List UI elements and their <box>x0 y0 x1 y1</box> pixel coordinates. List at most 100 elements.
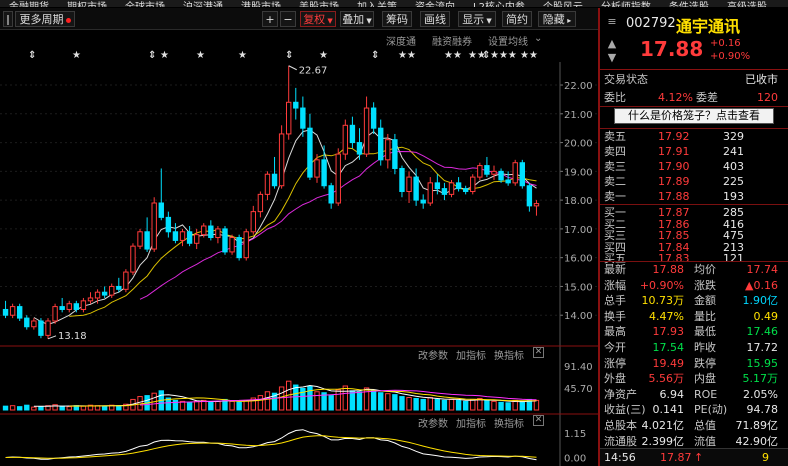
volume-jiazhibiao-link[interactable]: 加指标 <box>456 347 486 362</box>
candle[interactable] <box>406 171 412 203</box>
candle[interactable] <box>477 162 483 180</box>
candle[interactable] <box>250 205 256 235</box>
macd-jiazhibiao-link[interactable]: 加指标 <box>456 415 486 430</box>
display-button[interactable]: 显示 ▼ <box>458 11 496 27</box>
shendutong-link[interactable]: 深度通 <box>386 33 416 48</box>
top-menu-item[interactable]: 条件选股 <box>660 3 718 8</box>
candle[interactable] <box>498 168 504 183</box>
candle[interactable] <box>399 165 405 198</box>
event-marker-icon[interactable]: ⇕ <box>285 50 293 61</box>
candle[interactable] <box>193 228 200 250</box>
event-marker-icon[interactable]: ★ <box>238 50 247 61</box>
ma-settings-link[interactable]: 设置均线 <box>488 33 528 48</box>
top-menu-item[interactable]: 高级选股 <box>718 3 776 8</box>
candle[interactable] <box>392 133 398 175</box>
more-period-button[interactable]: 更多周期 <box>15 11 75 27</box>
candle[interactable] <box>470 174 476 195</box>
arrow-down-icon[interactable]: ▼ <box>606 52 618 64</box>
top-menu-item[interactable]: 美股市场 <box>290 3 348 8</box>
event-marker-icon[interactable]: ★★★ <box>490 50 517 61</box>
candle[interactable] <box>137 228 143 250</box>
candle[interactable] <box>80 297 87 313</box>
candle[interactable] <box>321 145 327 189</box>
toolbar-left-button[interactable]: ǀ <box>3 11 13 27</box>
order-book-row[interactable]: 卖一 17.88 193 <box>600 189 788 204</box>
zoom-in-button[interactable]: + <box>262 11 278 27</box>
candle[interactable] <box>307 113 313 180</box>
candle[interactable] <box>370 102 377 134</box>
draw-line-button[interactable]: 画线 <box>420 11 450 27</box>
candle[interactable] <box>462 185 469 195</box>
candle[interactable] <box>179 228 186 247</box>
candle[interactable] <box>519 159 525 189</box>
rongzi-link[interactable]: 融资融券 <box>432 33 472 48</box>
macd-gaicanshu-link[interactable]: 改参数 <box>418 415 448 430</box>
candle[interactable] <box>158 168 164 221</box>
top-menu-item[interactable]: 个股风云 <box>534 3 592 8</box>
fuquan-button[interactable]: 复权 ▼ <box>300 11 336 27</box>
candle[interactable] <box>151 197 157 252</box>
candle[interactable] <box>17 303 23 321</box>
candle[interactable] <box>172 223 179 244</box>
event-marker-icon[interactable]: ★ <box>319 50 328 61</box>
top-menu-item[interactable]: 金融期货 <box>0 3 58 8</box>
candle[interactable] <box>101 286 108 298</box>
event-marker-icon[interactable]: ⇕ <box>371 50 379 61</box>
candle[interactable] <box>533 200 540 216</box>
candle[interactable] <box>130 243 136 275</box>
candle[interactable] <box>293 87 299 120</box>
candle[interactable] <box>328 182 334 209</box>
top-menu-item[interactable]: L2核心内参 <box>464 3 534 8</box>
top-menu-item[interactable]: 加入关策 <box>348 3 406 8</box>
top-menu-item[interactable]: 资金流向 <box>406 3 464 8</box>
price-cage-tip-button[interactable]: 什么是价格笼子？点击查看 <box>614 108 774 124</box>
macd-huanzhibiao-link[interactable]: 换指标 <box>494 415 524 430</box>
order-book-row[interactable]: 卖二 17.89 225 <box>600 174 788 189</box>
candle[interactable] <box>2 300 9 319</box>
event-marker-icon[interactable]: ★ <box>72 50 81 61</box>
order-book-row[interactable]: 卖三 17.90 403 <box>600 159 788 174</box>
candle[interactable] <box>526 182 533 212</box>
candle[interactable] <box>9 303 16 319</box>
candle[interactable] <box>491 165 497 180</box>
candle[interactable] <box>427 177 433 206</box>
candle[interactable] <box>378 119 384 166</box>
jianyue-button[interactable]: 简约 <box>502 11 532 27</box>
candle[interactable] <box>342 119 349 160</box>
event-marker-icon[interactable]: ★★ <box>398 50 416 61</box>
candle[interactable] <box>236 234 242 261</box>
candle[interactable] <box>455 177 462 192</box>
event-marker-icon[interactable]: ★ <box>160 50 169 61</box>
event-marker-icon[interactable]: ★★ <box>444 50 462 61</box>
candle[interactable] <box>144 217 150 252</box>
candle[interactable] <box>257 191 264 218</box>
candle[interactable] <box>349 116 356 149</box>
top-menu-item[interactable]: 期权市场 <box>58 3 116 8</box>
candle[interactable] <box>208 220 214 241</box>
candle[interactable] <box>31 318 37 330</box>
event-marker-icon[interactable]: ⇕ <box>148 50 156 61</box>
stock-chart[interactable]: 22.00 21.00 20.00 19.00 18.00 17.00 16.00 15.00… <box>0 62 598 466</box>
candle[interactable] <box>87 292 94 304</box>
event-marker-icon[interactable]: ⇕ <box>28 50 36 61</box>
hide-button[interactable]: 隐藏 ▸ <box>538 11 576 27</box>
candle[interactable] <box>264 171 271 201</box>
candle[interactable] <box>215 226 221 244</box>
candle[interactable] <box>363 96 370 157</box>
top-menu-item[interactable]: 沪深港通 <box>174 3 232 8</box>
volume-gaicanshu-link[interactable]: 改参数 <box>418 347 448 362</box>
candle[interactable] <box>505 171 511 186</box>
candle[interactable] <box>512 159 518 186</box>
candle[interactable] <box>448 179 455 198</box>
candle[interactable] <box>45 318 51 339</box>
order-book-row[interactable]: 卖五 17.92 329 <box>600 129 788 144</box>
candle[interactable] <box>222 226 228 255</box>
candle[interactable] <box>335 148 341 206</box>
event-marker-icon[interactable]: ★ <box>196 50 205 61</box>
candle[interactable] <box>24 315 30 330</box>
candle[interactable] <box>441 182 448 201</box>
top-menu-item[interactable]: 分析师指数 <box>592 3 660 8</box>
macd-close-icon[interactable]: ✕ <box>533 415 544 426</box>
candle[interactable] <box>123 269 129 293</box>
chouma-button[interactable]: 筹码 <box>382 11 412 27</box>
